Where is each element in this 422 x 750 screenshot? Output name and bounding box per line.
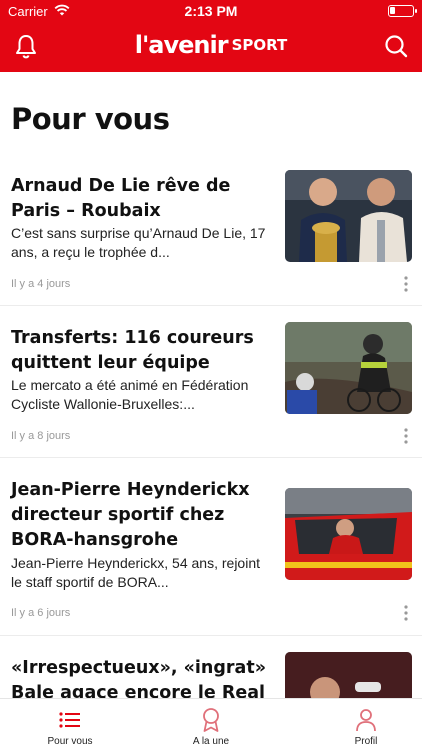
tab-label: Profil [354,736,378,747]
app-logo: l'avenir SPORT [0,31,422,59]
award-icon [203,708,219,732]
feed[interactable]: Pour vous Arnaud De Lie rêve de Paris – … [0,72,422,698]
article-summary: Le mercato a été animé en Fédération Cyc… [11,377,249,412]
search-icon[interactable] [384,34,408,58]
app-header: l'avenir SPORT [0,22,422,72]
article-title[interactable]: «Irrespectueux», «ingrat» Bale agace enc… [11,656,271,698]
more-options-icon[interactable] [399,275,413,293]
article-thumbnail[interactable] [285,170,412,262]
brand-name: l'avenir [134,31,229,59]
tab-pour-vous[interactable]: Pour vous [0,699,140,750]
tab-bar: Pour vous A la une Profil [0,698,422,750]
brand-sport: SPORT [231,36,288,54]
article-title[interactable]: Arnaud De Lie rêve de Paris – Roubaix [11,174,271,224]
article-title[interactable]: Jean-Pierre Heynderickx directeur sporti… [11,478,271,553]
status-bar: Carrier 2:13 PM [0,0,422,22]
article-card[interactable]: Jean-Pierre Heynderickx directeur sporti… [0,458,422,636]
battery-level [390,7,395,14]
article-thumbnail[interactable] [285,488,412,580]
article-card[interactable]: Arnaud De Lie rêve de Paris – Roubaix C’… [0,164,422,306]
list-icon [59,712,80,728]
tab-label: Pour vous [47,736,93,747]
article-time: Il y a 6 jours [11,607,71,619]
article-summary: Jean-Pierre Heynderickx, 54 ans, rejoint… [11,555,261,590]
status-time: 2:13 PM [184,3,238,19]
article-card[interactable]: «Irrespectueux», «ingrat» Bale agace enc… [0,636,422,698]
article-summary: C’est sans surprise qu’Arnaud De Lie, 17… [11,225,266,260]
tab-label: A la une [192,736,230,747]
article-time: Il y a 4 jours [11,278,71,290]
article-time: Il y a 8 jours [11,430,71,442]
page-title: Pour vous [11,102,170,136]
tab-a-la-une[interactable]: A la une [141,699,281,750]
article-title[interactable]: Transferts: 116 coureurs quittent leur é… [11,326,271,376]
more-options-icon[interactable] [399,427,413,445]
tab-profil[interactable]: Profil [296,699,422,750]
article-thumbnail[interactable] [285,652,412,698]
battery-icon [388,5,417,17]
more-options-icon[interactable] [399,604,413,622]
user-icon [356,709,376,732]
article-card[interactable]: Transferts: 116 coureurs quittent leur é… [0,306,422,458]
article-thumbnail[interactable] [285,322,412,414]
